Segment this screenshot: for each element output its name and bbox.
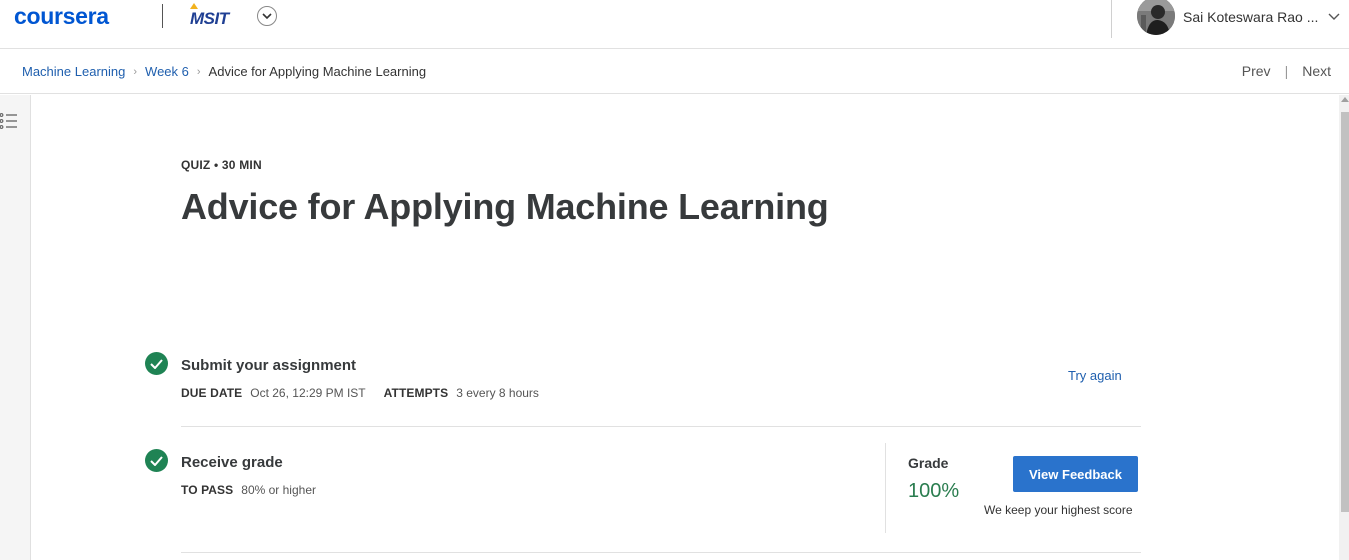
breadcrumb-bar: Machine Learning › Week 6 › Advice for A…: [0, 50, 1349, 94]
prev-next-nav: Prev | Next: [1242, 63, 1331, 79]
scrollbar-thumb[interactable]: [1341, 112, 1349, 512]
section-divider: [181, 426, 1141, 427]
breadcrumb-item-week[interactable]: Week 6: [145, 64, 189, 79]
to-pass-key: TO PASS: [181, 483, 234, 497]
due-date-value: Oct 26, 12:29 PM IST: [250, 386, 366, 400]
scroll-up-arrow-icon[interactable]: [1341, 97, 1349, 102]
chevron-right-icon: ›: [196, 65, 201, 78]
receive-grade-meta: TO PASS 80% or higher: [181, 483, 334, 497]
avatar-image: [1137, 0, 1175, 35]
grade-divider: [885, 443, 886, 533]
breadcrumb-current: Advice for Applying Machine Learning: [208, 64, 427, 79]
page-title: Advice for Applying Machine Learning: [181, 186, 829, 227]
partner-logo[interactable]: MSIT: [185, 2, 243, 29]
receive-grade-title: Receive grade: [181, 454, 283, 471]
course-menu-icon[interactable]: [0, 113, 18, 129]
check-circle-icon: [145, 449, 168, 472]
highest-score-note: We keep your highest score: [984, 503, 1133, 517]
user-divider: [1111, 0, 1112, 38]
check-circle-icon: [145, 352, 168, 375]
left-rail: [0, 95, 31, 560]
partner-switcher-button[interactable]: [257, 6, 277, 26]
section-divider-bottom: [181, 552, 1141, 553]
attempts-key: ATTEMPTS: [383, 386, 449, 400]
user-menu-chevron-icon[interactable]: [1327, 10, 1341, 24]
user-name[interactable]: Sai Koteswara Rao ...: [1183, 9, 1318, 25]
grade-value: 100%: [908, 480, 960, 502]
partner-logo-text: MSIT: [190, 9, 229, 28]
next-link[interactable]: Next: [1302, 63, 1331, 79]
coursera-logo[interactable]: coursera: [14, 3, 109, 30]
grade-label: Grade: [908, 455, 949, 471]
prev-next-separator: |: [1284, 63, 1289, 79]
quiz-eyebrow: QUIZ • 30 MIN: [181, 158, 262, 172]
breadcrumb: Machine Learning › Week 6 › Advice for A…: [22, 64, 426, 79]
view-feedback-button[interactable]: View Feedback: [1013, 456, 1138, 492]
breadcrumb-item-course[interactable]: Machine Learning: [22, 64, 125, 79]
avatar[interactable]: [1137, 0, 1175, 35]
prev-link[interactable]: Prev: [1242, 63, 1271, 79]
logo-divider: [162, 4, 163, 28]
chevron-down-icon: [262, 12, 272, 19]
chevron-right-icon: ›: [133, 65, 138, 78]
to-pass-value: 80% or higher: [241, 483, 316, 497]
submit-assignment-title: Submit your assignment: [181, 357, 357, 374]
attempts-value: 3 every 8 hours: [456, 386, 539, 400]
top-header: coursera MSIT Sai Koteswara Rao ...: [0, 0, 1349, 49]
submit-assignment-meta: DUE DATE Oct 26, 12:29 PM IST ATTEMPTS 3…: [181, 386, 557, 400]
due-date-key: DUE DATE: [181, 386, 243, 400]
try-again-link[interactable]: Try again: [1068, 368, 1122, 383]
